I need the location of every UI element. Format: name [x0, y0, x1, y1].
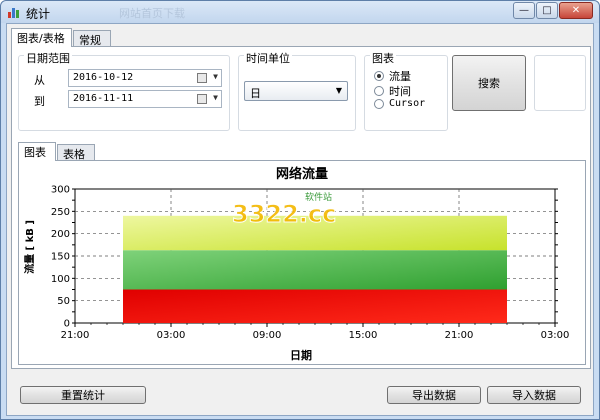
- chevron-down-icon[interactable]: ▼: [213, 93, 218, 102]
- background-window-text: 网站首页下载: [119, 7, 185, 20]
- tab-chart-table[interactable]: 图表/表格: [11, 28, 72, 47]
- radio-cursor[interactable]: Cursor: [374, 98, 425, 109]
- from-date-picker[interactable]: 2016-10-12 ▼: [68, 69, 222, 87]
- y-tick-label: 50: [57, 296, 70, 307]
- import-label: 导入数据: [512, 389, 556, 402]
- x-tick-label: 15:00: [349, 330, 378, 341]
- y-tick-label: 300: [51, 185, 70, 196]
- traffic-chart: 网络流量 3322.cc 软件站 0 50 100 150 200 250 300 21:00…: [23, 166, 570, 362]
- y-tick-label: 150: [51, 252, 70, 263]
- chart-type-title: 图表: [370, 50, 396, 66]
- radio-checked-icon[interactable]: [374, 71, 384, 81]
- x-tick-label: 03:00: [157, 330, 186, 341]
- x-tick-label: 03:00: [541, 330, 570, 341]
- traffic-band: [123, 250, 507, 290]
- export-label: 导出数据: [412, 389, 456, 402]
- time-unit-select[interactable]: 日 ▼: [244, 81, 348, 101]
- x-tick-label: 21:00: [61, 330, 90, 341]
- watermark-text: 3322.cc: [232, 200, 336, 228]
- time-unit-title: 时间单位: [244, 50, 292, 66]
- to-date-value: 2016-11-11: [73, 93, 134, 104]
- chevron-down-icon[interactable]: ▼: [213, 72, 218, 81]
- y-tick-label: 200: [51, 229, 70, 240]
- chart-bands: [123, 215, 507, 323]
- import-data-button[interactable]: 导入数据: [487, 386, 581, 404]
- traffic-band: [123, 289, 507, 323]
- radio-unchecked-icon[interactable]: [374, 98, 384, 109]
- radio-label: 时间: [389, 85, 411, 98]
- reset-label: 重置统计: [61, 389, 105, 402]
- y-tick-label: 100: [51, 274, 70, 285]
- to-date-picker[interactable]: 2016-11-11 ▼: [68, 90, 222, 108]
- chart-panel: 网络流量 3322.cc 软件站 0 50 100 150 200 250 300 21:00…: [18, 160, 586, 365]
- search-button[interactable]: 搜索: [452, 55, 526, 111]
- chart-app-icon: [8, 8, 19, 18]
- title-bar[interactable]: 统计 网站首页下载 — □ ✕: [1, 1, 599, 23]
- radio-traffic[interactable]: 流量: [374, 68, 411, 84]
- x-axis-label: 日期: [290, 348, 312, 362]
- close-button[interactable]: ✕: [559, 2, 593, 19]
- close-icon: ✕: [571, 5, 581, 16]
- y-tick-label: 250: [51, 207, 70, 218]
- date-range-title: 日期范围: [24, 50, 72, 66]
- y-tick-label: 0: [64, 319, 70, 330]
- window-title: 统计: [26, 7, 51, 21]
- calendar-icon[interactable]: [197, 73, 207, 83]
- client-area: 图表/表格 常规 日期范围 从 2016-10-12 ▼ 到 2016-11-1…: [6, 23, 594, 416]
- watermark-subtext: 软件站: [305, 191, 332, 203]
- radio-time[interactable]: 时间: [374, 83, 411, 99]
- empty-panel: [534, 55, 586, 111]
- to-label: 到: [34, 95, 45, 108]
- from-date-value: 2016-10-12: [73, 72, 134, 83]
- tab-label: 图表/表格: [17, 32, 65, 45]
- calendar-icon[interactable]: [197, 94, 207, 104]
- tab-label: 图表: [24, 146, 46, 159]
- maximize-icon: □: [542, 5, 552, 16]
- main-window: 统计 网站首页下载 — □ ✕ 图表/表格 常规 日期范围 从 2016-10-…: [0, 0, 600, 420]
- from-label: 从: [34, 74, 45, 87]
- minimize-icon: —: [519, 5, 529, 16]
- chart-title: 网络流量: [276, 166, 328, 182]
- chevron-down-icon[interactable]: ▼: [336, 86, 342, 95]
- y-axis-label: 流量 [ kB ]: [23, 220, 36, 274]
- x-tick-label: 21:00: [445, 330, 474, 341]
- x-tick-label: 09:00: [253, 330, 282, 341]
- reset-statistics-button[interactable]: 重置统计: [20, 386, 146, 404]
- tab-table[interactable]: 表格: [57, 144, 95, 161]
- search-button-label: 搜索: [478, 77, 500, 90]
- tab-general[interactable]: 常规: [73, 30, 111, 47]
- tab-page-chart-table: 日期范围 从 2016-10-12 ▼ 到 2016-11-11 ▼ 时间单位 …: [11, 46, 591, 369]
- time-unit-value: 日: [250, 87, 261, 100]
- maximize-button[interactable]: □: [536, 2, 558, 19]
- radio-unchecked-icon[interactable]: [374, 86, 384, 96]
- radio-label: 流量: [389, 70, 411, 83]
- tab-chart[interactable]: 图表: [18, 142, 56, 161]
- minimize-button[interactable]: —: [513, 2, 535, 19]
- export-data-button[interactable]: 导出数据: [387, 386, 481, 404]
- radio-label: Cursor: [389, 98, 426, 109]
